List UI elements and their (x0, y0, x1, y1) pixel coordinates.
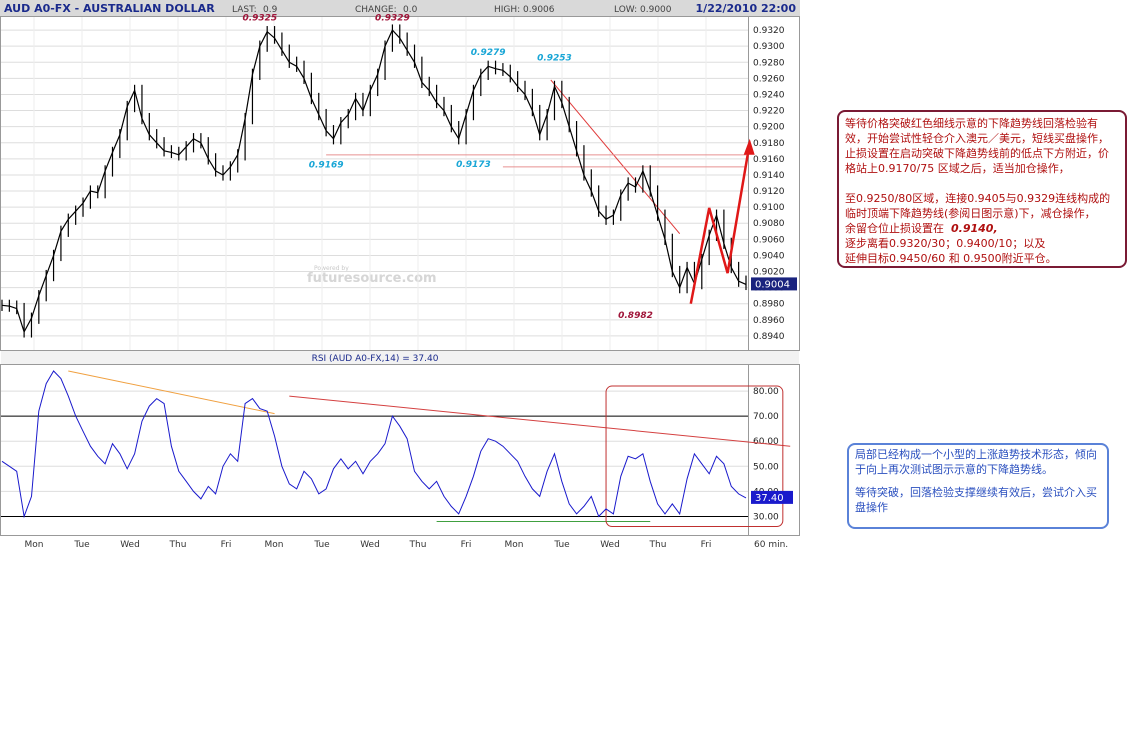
strategy-note-box: 等待价格突破红色细线示意的下降趋势线回落检验有效，开始尝试性轻仓介入澳元／美元，… (837, 110, 1127, 268)
rsi-note-box: 局部已经构成一个小型的上涨趋势技术形态，倾向于向上再次测试图示示意的下降趋势线。… (847, 443, 1109, 529)
rsi-grid (1, 390, 748, 517)
price-last-tag: 0.9004 (751, 277, 797, 291)
price-y-tick-label: 0.9080 (753, 219, 785, 229)
rsi-last-tag: 37.40 (751, 490, 793, 504)
header-symbol: AUD A0-FX - AUSTRALIAN DOLLAR (4, 2, 215, 15)
rsi-y-tick-label: 60.00 (753, 437, 779, 447)
price-annotation-label: 0.9173 (456, 160, 491, 170)
price-y-tick-label: 0.9320 (753, 26, 785, 36)
note1-para2: 至0.9250/80区域，连接0.9405与0.9329连线构成的临时顶端下降趋… (845, 192, 1111, 220)
rsi-series (1, 370, 747, 519)
price-annotation-label: 0.8982 (618, 311, 653, 321)
price-y-tick-label: 0.9140 (753, 171, 785, 181)
price-annotation-label: 0.9253 (537, 54, 572, 64)
rsi-y-tick-label: 50.00 (753, 462, 779, 472)
rsi-title: RSI (AUD A0-FX,14) = 37.40 (312, 354, 439, 364)
watermark-brand: futuresource.com (307, 271, 437, 286)
chart-area: AUD A0-FX - AUSTRALIAN DOLLAR LAST: 0.9 … (0, 0, 800, 550)
price-y-ticks: 0.89400.89600.89800.90000.90200.90400.90… (753, 26, 785, 342)
x-day-label: Wed (120, 540, 140, 550)
note1-para5: 延伸目标0.9450/60 和 0.9500附近平仓。 (845, 252, 1057, 265)
price-y-tick-label: 0.9300 (753, 42, 785, 52)
x-day-label: Wed (360, 540, 380, 550)
header-low-value: 0.9000 (640, 5, 672, 15)
rsi-highlight-box (605, 385, 784, 527)
price-panel-frame (0, 16, 800, 351)
x-day-label: Fri (461, 540, 472, 550)
price-y-tick-label: 0.9240 (753, 90, 785, 100)
x-day-label: Mon (505, 540, 524, 550)
x-day-label: Tue (553, 540, 570, 550)
price-y-tick-label: 0.9220 (753, 107, 785, 117)
price-y-tick-label: 0.9180 (753, 139, 785, 149)
x-unit-label: 60 min. (754, 540, 788, 550)
price-y-tick-label: 0.8980 (753, 300, 785, 310)
note1-stop-label: 余留仓位止损设置在 (845, 222, 944, 235)
note1-para4: 逐步离看0.9320/30；0.9400/10；以及 (845, 237, 1046, 250)
x-day-label: Mon (25, 540, 44, 550)
rsi-line (1, 370, 747, 519)
price-y-tick-label: 0.9260 (753, 74, 785, 84)
price-y-tick-label: 0.9200 (753, 123, 785, 133)
price-y-tick-label: 0.9020 (753, 268, 785, 278)
price-y-tick-label: 0.9060 (753, 235, 785, 245)
rsi-y-tick-label: 70.00 (753, 412, 779, 422)
price-y-tick-label: 0.8940 (753, 332, 785, 342)
price-annotation-label: 0.9325 (242, 13, 277, 23)
x-day-label: Thu (409, 540, 427, 550)
price-annotation-label: 0.9329 (375, 13, 410, 23)
price-series (1, 24, 747, 338)
rsi-y-tick-label: 30.00 (753, 512, 779, 522)
rsi-last-tag-text: 37.40 (755, 493, 784, 504)
note1-stop-value: 0.9140, (951, 222, 998, 235)
price-y-tick-label: 0.9100 (753, 203, 785, 213)
header-high-value: 0.9006 (523, 5, 555, 15)
rsi-y-tick-label: 80.00 (753, 387, 779, 397)
note1-para3: 余留仓位止损设置在 0.9140, (845, 221, 1119, 236)
header-low-label: LOW: (614, 5, 637, 15)
price-arrow (689, 138, 755, 304)
price-annotation-label: 0.9169 (309, 161, 344, 171)
x-day-label: Fri (221, 540, 232, 550)
price-y-tick-label: 0.9120 (753, 187, 785, 197)
price-y-tick-label: 0.9280 (753, 58, 785, 68)
price-annotation-label: 0.9279 (471, 48, 506, 58)
note2-para2: 等待突破，回落检验支撑继续有效后，尝试介入买盘操作 (855, 486, 1097, 514)
price-y-tick-label: 0.9160 (753, 155, 785, 165)
rsi-panel-frame (0, 364, 800, 536)
x-day-label: Fri (701, 540, 712, 550)
rsi-trend-line (68, 370, 275, 415)
note2-para1: 局部已经构成一个小型的上涨趋势技术形态，倾向于向上再次测试图示示意的下降趋势线。 (855, 448, 1097, 476)
header-high-label: HIGH: (494, 5, 520, 15)
x-day-label: Tue (313, 540, 330, 550)
note1-para1: 等待价格突破红色细线示意的下降趋势线回落检验有效，开始尝试性轻仓介入澳元／美元，… (845, 117, 1109, 175)
price-last-tag-text: 0.9004 (755, 279, 790, 290)
x-day-label: Thu (169, 540, 187, 550)
x-axis-labels: Mon Tue Wed Thu Fri Mon Tue Wed Thu Fri Mon Tue Wed T… (25, 540, 712, 550)
x-day-label: Mon (265, 540, 284, 550)
price-line (1, 29, 747, 334)
chart-svg: AUD A0-FX - AUSTRALIAN DOLLAR LAST: 0.9 … (0, 0, 800, 550)
price-trend-lines (326, 79, 746, 235)
x-day-label: Tue (73, 540, 90, 550)
price-y-tick-label: 0.9040 (753, 251, 785, 261)
header-datetime: 1/22/2010 22:00 (696, 2, 797, 15)
rsi-trend-line (289, 395, 791, 447)
x-day-label: Thu (649, 540, 667, 550)
price-y-tick-label: 0.8960 (753, 316, 785, 326)
x-day-label: Wed (600, 540, 620, 550)
